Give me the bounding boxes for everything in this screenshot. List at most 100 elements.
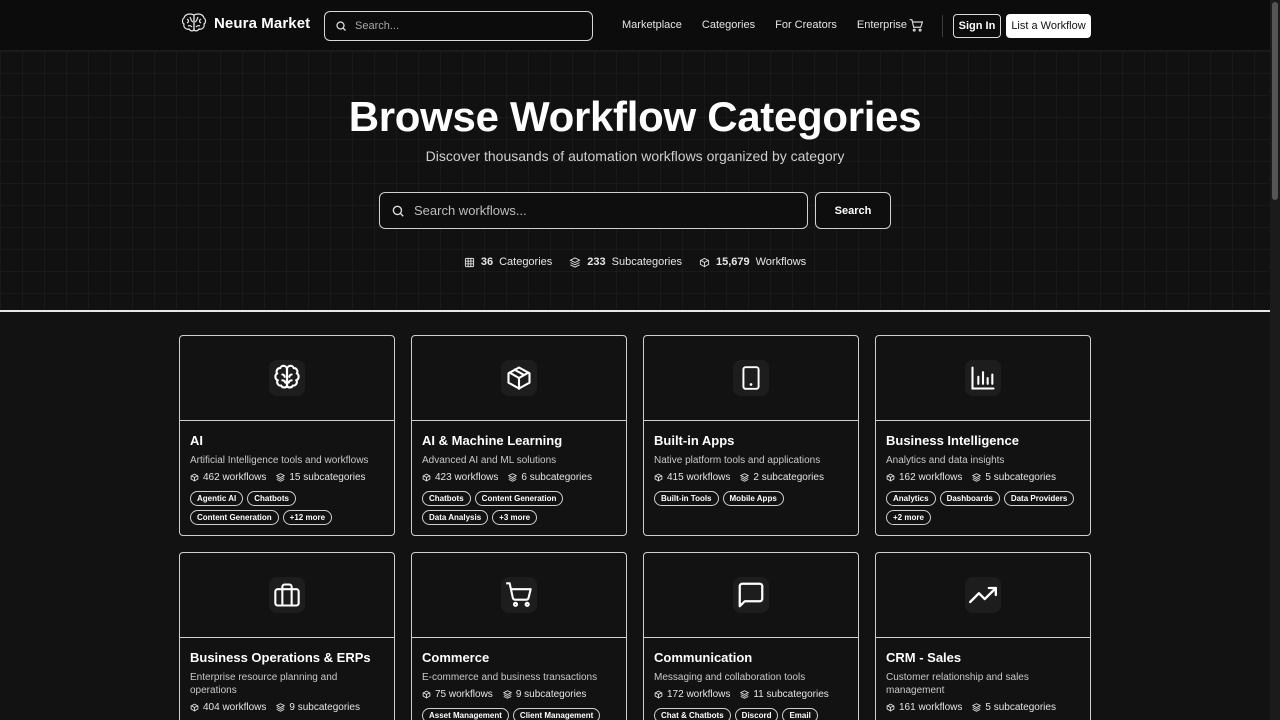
nav-search-box[interactable] — [324, 11, 593, 41]
stats-bar: 36 Categories 233 Subcategories 15,679 W… — [0, 256, 1270, 268]
tag[interactable]: Built-in Tools — [654, 491, 719, 506]
card-icon-area — [876, 336, 1090, 421]
tag[interactable]: Agentic AI — [190, 491, 244, 506]
tag-more[interactable]: +2 more — [886, 510, 931, 525]
hero-search-input[interactable] — [414, 203, 784, 218]
tablet-icon — [733, 360, 769, 396]
brand-name: Neura Market — [214, 14, 311, 32]
card-subcategory-count: 11 subcategories — [753, 689, 829, 700]
nav-search-input[interactable] — [355, 20, 565, 32]
tag-more[interactable]: +12 more — [282, 510, 333, 525]
card-description: Analytics and data insights — [886, 455, 1005, 466]
card-tags: Asset Management Client Management — [422, 708, 616, 720]
card-tags: Agentic AI Chatbots Content Generation +… — [190, 491, 384, 525]
layers-icon — [740, 690, 750, 699]
page-scrollbar[interactable] — [1270, 0, 1280, 720]
nav-divider — [942, 15, 943, 37]
message-square-icon — [733, 577, 769, 613]
tag[interactable]: Client Management — [512, 708, 601, 720]
card-meta: 423 workflows 6 subcategories — [422, 472, 616, 483]
hero-search-box[interactable] — [379, 192, 808, 229]
category-card-ai-ml[interactable]: AI & Machine Learning Advanced AI and ML… — [411, 335, 627, 536]
card-title: AI — [190, 433, 203, 448]
card-title: Built-in Apps — [654, 433, 735, 448]
tag[interactable]: Chatbots — [422, 491, 471, 506]
tag[interactable]: Content Generation — [474, 491, 564, 506]
hero-section: Browse Workflow Categories Discover thou… — [0, 51, 1270, 312]
card-icon-area — [644, 336, 858, 421]
nav-link-marketplace[interactable]: Marketplace — [622, 19, 682, 31]
category-card-communication[interactable]: Communication Messaging and collaboratio… — [643, 552, 859, 720]
card-workflow-count: 423 workflows — [435, 472, 499, 483]
nav-link-enterprise[interactable]: Enterprise — [857, 19, 907, 31]
category-card-ai[interactable]: AI Artificial Intelligence tools and wor… — [179, 335, 395, 536]
tag-more[interactable]: +3 more — [492, 510, 538, 525]
card-tags: Chat & Chatbots Discord Email — [654, 708, 848, 720]
tag[interactable]: Content Generation — [190, 510, 279, 525]
layers-icon — [972, 703, 982, 712]
hero-search-button[interactable]: Search — [815, 192, 891, 229]
tag[interactable]: Discord — [734, 708, 779, 720]
category-card-built-in-apps[interactable]: Built-in Apps Native platform tools and … — [643, 335, 859, 536]
brand-logo[interactable]: Neura Market — [181, 12, 310, 34]
shopping-cart-icon — [909, 19, 924, 32]
card-tags: Analytics Dashboards Data Providers +2 m… — [886, 491, 1080, 525]
cart-button[interactable] — [909, 19, 924, 37]
card-description: Enterprise resource planning and operati… — [190, 672, 338, 696]
card-meta: 462 workflows 15 subcategories — [190, 472, 384, 483]
tag[interactable]: Analytics — [886, 491, 936, 506]
card-meta: 415 workflows 2 subcategories — [654, 472, 848, 483]
category-card-commerce[interactable]: Commerce E-commerce and business transac… — [411, 552, 627, 720]
nav-links: Marketplace Categories For Creators Ente… — [622, 19, 927, 31]
sign-in-button[interactable]: Sign In — [953, 14, 1001, 38]
box-icon — [886, 703, 895, 712]
stat-subcategories: 233 Subcategories — [569, 256, 682, 268]
card-tags: Chatbots Content Generation Data Analysi… — [422, 491, 616, 525]
grid-icon — [464, 257, 474, 267]
nav-link-for-creators[interactable]: For Creators — [775, 19, 837, 31]
briefcase-icon — [269, 577, 305, 613]
tag[interactable]: Data Analysis — [422, 510, 489, 525]
stat-workflows-count: 15,679 — [715, 256, 750, 268]
category-card-crm-sales[interactable]: CRM - Sales Customer relationship and sa… — [875, 552, 1091, 720]
card-description: Artificial Intelligence tools and workfl… — [190, 455, 369, 466]
tag[interactable]: Dashboards — [939, 491, 1000, 506]
card-workflow-count: 404 workflows — [203, 702, 267, 713]
trending-up-icon — [965, 577, 1001, 613]
card-tags: Built-in Tools Mobile Apps — [654, 491, 848, 506]
card-description: Messaging and collaboration tools — [654, 672, 806, 683]
tag[interactable]: Chatbots — [247, 491, 296, 506]
card-workflow-count: 75 workflows — [435, 689, 493, 700]
layers-icon — [569, 256, 581, 268]
card-title: Business Intelligence — [886, 433, 1019, 448]
stat-categories-count: 36 — [480, 256, 494, 268]
box-icon — [654, 473, 663, 482]
card-subcategory-count: 5 subcategories — [985, 702, 1056, 713]
scrollbar-thumb[interactable] — [1272, 2, 1278, 200]
card-subcategory-count: 15 subcategories — [289, 472, 366, 483]
card-title: Commerce — [422, 650, 490, 665]
box-icon — [886, 473, 895, 482]
brain-icon — [269, 360, 305, 396]
tag[interactable]: Asset Management — [422, 708, 509, 720]
card-description: Customer relationship and sales manageme… — [886, 672, 1029, 696]
tag[interactable]: Data Providers — [1003, 491, 1075, 506]
card-icon-area — [412, 553, 626, 638]
card-meta: 404 workflows 9 subcategories — [190, 702, 384, 713]
nav-link-categories[interactable]: Categories — [702, 19, 755, 31]
category-card-business-operations[interactable]: Business Operations & ERPs Enterprise re… — [179, 552, 395, 720]
card-workflow-count: 161 workflows — [899, 702, 963, 713]
search-icon — [336, 21, 346, 31]
search-icon — [392, 205, 404, 217]
card-description: Native platform tools and applications — [654, 455, 821, 466]
list-workflow-button[interactable]: List a Workflow — [1006, 14, 1091, 38]
stat-workflows-label: Workflows — [755, 256, 807, 268]
tag[interactable]: Email — [782, 708, 818, 720]
stat-categories: 36 Categories — [464, 256, 552, 268]
tag[interactable]: Chat & Chatbots — [654, 708, 731, 720]
category-card-business-intelligence[interactable]: Business Intelligence Analytics and data… — [875, 335, 1091, 536]
tag[interactable]: Mobile Apps — [722, 491, 784, 506]
card-icon-area — [180, 336, 394, 421]
box-icon — [422, 690, 431, 699]
card-workflow-count: 162 workflows — [899, 472, 963, 483]
